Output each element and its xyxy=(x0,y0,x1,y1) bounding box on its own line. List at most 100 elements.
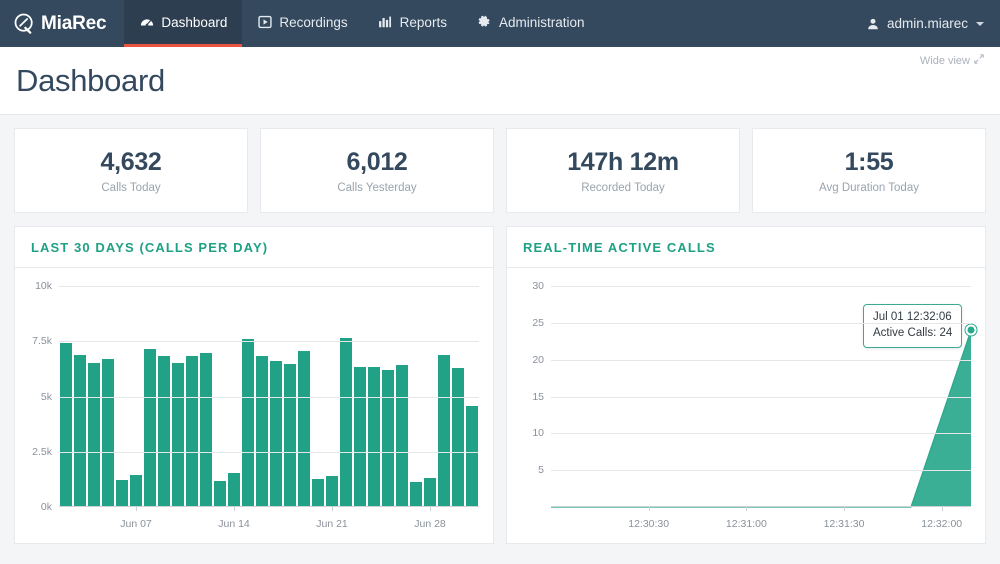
panel-header: LAST 30 DAYS (CALLS PER DAY) xyxy=(15,227,493,268)
x-axis-tick-label: Jun 21 xyxy=(316,518,348,530)
x-axis-tick-mark xyxy=(844,507,846,511)
area-fill xyxy=(551,330,971,507)
gridline xyxy=(59,451,479,453)
user-icon xyxy=(866,16,881,31)
bar[interactable] xyxy=(381,370,395,507)
bar[interactable] xyxy=(395,364,409,507)
expand-arrows-icon xyxy=(974,54,984,67)
bar-chart-plot-area: 0k 2.5k 5k 7.5k 10k Jun 07 Jun 14 Jun 21 Jun 28 xyxy=(32,280,479,530)
area-line xyxy=(551,330,971,507)
x-axis-tick-mark xyxy=(234,507,235,511)
user-menu[interactable]: admin.miarec xyxy=(866,0,1000,47)
bar[interactable] xyxy=(283,364,297,507)
data-point-marker[interactable] xyxy=(965,324,977,336)
x-axis-tick-label: Jun 14 xyxy=(218,518,250,530)
y-axis-tick-label: 0k xyxy=(40,501,52,513)
panel-body: 0k 2.5k 5k 7.5k 10k Jun 07 Jun 14 Jun 21 Jun 28 xyxy=(15,268,493,543)
x-axis-tick-label: 12:31:30 xyxy=(823,518,865,530)
bar[interactable] xyxy=(339,337,353,507)
gridline xyxy=(551,396,971,398)
x-axis-tick-label: Jun 07 xyxy=(120,518,152,530)
bar[interactable] xyxy=(59,343,73,507)
wide-view-toggle[interactable]: Wide view xyxy=(920,54,984,67)
bar[interactable] xyxy=(157,356,171,507)
stat-label: Calls Today xyxy=(101,181,161,194)
bar[interactable] xyxy=(297,350,311,507)
bar[interactable] xyxy=(115,480,129,507)
gridline xyxy=(551,433,971,435)
page-title: Dashboard xyxy=(16,62,165,98)
bar[interactable] xyxy=(451,367,465,507)
bar-chart-icon xyxy=(378,15,393,30)
bar[interactable] xyxy=(73,355,87,507)
gridline xyxy=(59,341,479,343)
x-axis-tick-mark xyxy=(332,507,333,511)
wide-view-label: Wide view xyxy=(919,54,970,67)
nav-item-reports-label: Reports xyxy=(399,14,447,30)
bar[interactable] xyxy=(101,358,115,507)
stat-label: Avg Duration Today xyxy=(819,181,919,194)
y-axis-tick-label: 15 xyxy=(532,390,544,403)
y-axis-tick-label: 5 xyxy=(538,464,544,477)
stat-card-calls-yesterday: 6,012 Calls Yesterday xyxy=(260,128,494,213)
y-axis-tick-label: 30 xyxy=(532,280,544,292)
bar[interactable] xyxy=(269,361,283,507)
bar[interactable] xyxy=(185,356,199,507)
x-axis-tick-mark xyxy=(941,507,943,511)
brand-label: MiaRec xyxy=(41,12,107,34)
bar[interactable] xyxy=(353,367,367,507)
nav-item-dashboard[interactable]: Dashboard xyxy=(124,0,243,47)
area-chart-plot-area: Jul 01 12:32:06 Active Calls: 24 5 10 15 20… xyxy=(532,280,977,530)
miarec-logo-icon xyxy=(14,13,35,34)
chart-panels-row: LAST 30 DAYS (CALLS PER DAY) 0k 2.5k 5k 7.5… xyxy=(14,226,986,544)
nav-item-dashboard-label: Dashboard xyxy=(161,14,228,30)
bar[interactable] xyxy=(199,353,213,507)
bar[interactable] xyxy=(129,474,143,507)
panel-last-30-days: LAST 30 DAYS (CALLS PER DAY) 0k 2.5k 5k 7.5… xyxy=(14,226,494,544)
stat-value: 4,632 xyxy=(100,147,162,176)
x-axis-line xyxy=(551,506,971,507)
x-axis-tick-mark xyxy=(648,507,650,511)
bar[interactable] xyxy=(241,339,255,507)
stat-card-avg-duration-today: 1:55 Avg Duration Today xyxy=(752,128,986,213)
tooltip-value: Active Calls: 24 xyxy=(873,326,953,339)
nav-item-recordings[interactable]: Recordings xyxy=(242,0,362,47)
bar[interactable] xyxy=(367,367,381,507)
nav-items: Dashboard Recordings Reports Administrat… xyxy=(124,0,599,47)
brand-logo[interactable]: MiaRec xyxy=(0,0,124,47)
bar-chart: 0k 2.5k 5k 7.5k 10k Jun 07 Jun 14 Jun 21 Jun 28 xyxy=(15,268,493,543)
chevron-down-icon xyxy=(976,21,984,26)
bar[interactable] xyxy=(465,406,479,507)
gridline xyxy=(551,359,971,361)
user-menu-label: admin.miarec xyxy=(886,16,968,31)
stat-value: 147h 12m xyxy=(567,147,679,176)
gear-icon xyxy=(477,15,492,30)
gridline xyxy=(551,286,971,287)
x-axis-tick-label: 12:30:30 xyxy=(628,518,670,530)
y-axis-tick-label: 25 xyxy=(532,316,544,329)
bar[interactable] xyxy=(255,356,269,507)
stat-label: Calls Yesterday xyxy=(337,181,417,194)
dashboard-gauge-icon xyxy=(139,15,154,30)
bar[interactable] xyxy=(311,479,325,507)
bar[interactable] xyxy=(437,355,451,507)
x-axis-tick-label: 12:31:00 xyxy=(725,518,767,530)
bar[interactable] xyxy=(227,473,241,507)
panel-realtime-active-calls: REAL-TIME ACTIVE CALLS Jul 01 12:32:06 A… xyxy=(506,226,986,544)
panel-body: Jul 01 12:32:06 Active Calls: 24 5 10 15 20… xyxy=(507,268,985,543)
area-chart: Jul 01 12:32:06 Active Calls: 24 5 10 15 20… xyxy=(507,268,985,543)
bar[interactable] xyxy=(213,480,227,507)
bar[interactable] xyxy=(87,362,101,507)
bar[interactable] xyxy=(171,363,185,507)
play-square-icon xyxy=(257,15,272,30)
dashboard-content: 4,632 Calls Today 6,012 Calls Yesterday … xyxy=(0,115,1000,557)
bar[interactable] xyxy=(423,477,437,507)
bar[interactable] xyxy=(325,476,339,507)
x-axis-tick-label: Jun 28 xyxy=(414,518,446,530)
bar[interactable] xyxy=(409,481,423,507)
bar[interactable] xyxy=(143,349,157,507)
y-axis-tick-label: 2.5k xyxy=(32,445,52,458)
nav-item-administration[interactable]: Administration xyxy=(462,0,600,47)
nav-item-reports[interactable]: Reports xyxy=(363,0,462,47)
x-axis-tick-mark xyxy=(430,507,431,511)
